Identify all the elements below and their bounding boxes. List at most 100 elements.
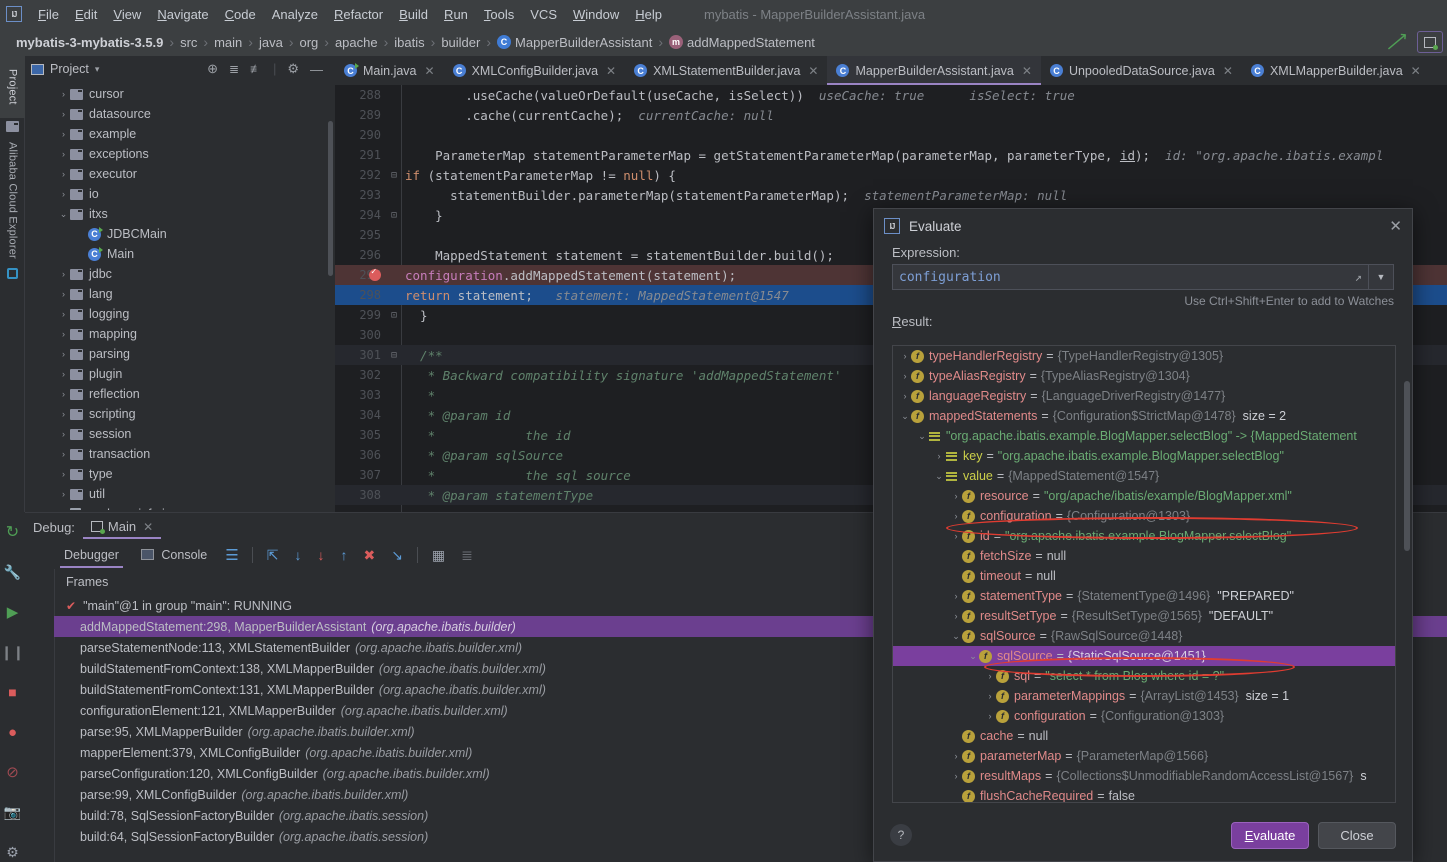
gear-icon[interactable]: ⚙ [0,832,25,862]
chevron-down-icon[interactable]: ⌄ [899,411,911,422]
breadcrumb-item-project[interactable]: mybatis-3-mybatis-3.5.9 [16,35,163,50]
fold-marker[interactable]: ⊟ [387,170,401,181]
project-tree-item[interactable]: › session [25,424,335,444]
editor-tab[interactable]: C UnpooledDataSource.java ✕ [1041,56,1242,85]
menu-run[interactable]: Run [436,4,476,25]
result-tree-row[interactable]: ⌄ "org.apache.ibatis.example.BlogMapper.s… [893,426,1395,446]
evaluate-button[interactable]: Evaluate [1231,821,1309,849]
result-tree-row[interactable]: f flushCacheRequired = false [893,786,1395,802]
project-tree-item[interactable]: › executor [25,164,335,184]
mute-breakpoints-icon[interactable]: ⊘ [0,752,25,792]
result-tree-row[interactable]: ⌄ f sqlSource = {StaticSqlSource@1451} [893,646,1395,666]
project-tree-item[interactable]: package-info.java [25,504,335,510]
chevron-right-icon[interactable]: › [57,269,70,279]
chevron-right-icon[interactable]: › [57,109,70,119]
close-button[interactable]: Close [1318,821,1396,849]
fold-marker[interactable]: ⊡ [387,310,401,321]
breakpoint-icon[interactable] [369,267,381,281]
tool-button-alibaba-cloud-explorer[interactable]: Alibaba Cloud Explorer [0,135,25,265]
result-tree[interactable]: › f typeHandlerRegistry = {TypeHandlerRegist… [892,345,1396,803]
locate-target-icon[interactable]: ⊕ [207,61,218,77]
project-tree-item[interactable]: ⌄ itxs [25,204,335,224]
project-tree-item[interactable]: › type [25,464,335,484]
chevron-right-icon[interactable]: › [899,351,911,361]
chevron-right-icon[interactable]: › [57,309,70,319]
build-hammer-icon[interactable]: ⟶ [1381,27,1413,58]
restore-layout-button[interactable] [1417,31,1443,53]
project-scrollbar[interactable] [328,121,333,276]
close-icon[interactable]: ✕ [606,64,616,78]
menu-window[interactable]: Window [565,4,627,25]
breadcrumb-item-org[interactable]: org [299,35,318,50]
force-step-into-icon[interactable]: ↓ [317,547,324,563]
step-out-icon[interactable]: ↑ [340,547,347,563]
project-tree-item[interactable]: › cursor [25,84,335,104]
chevron-down-icon[interactable]: ⌄ [916,431,928,442]
result-tree-row[interactable]: › f parameterMappings = {ArrayList@1453} size… [893,686,1395,706]
chevron-right-icon[interactable]: › [57,429,70,439]
rerun-icon[interactable]: ↻ [0,512,25,552]
chevron-right-icon[interactable]: › [984,711,996,721]
chevron-right-icon[interactable]: › [950,511,962,521]
project-tree-item[interactable]: › mapping [25,324,335,344]
project-tree-item[interactable]: › transaction [25,444,335,464]
menu-tools[interactable]: Tools [476,4,522,25]
result-tree-row[interactable]: ⌄ f sqlSource = {RawSqlSource@1448} [893,626,1395,646]
result-tree-row[interactable]: › f resource = "org/apache/ibatis/example/Bl… [893,486,1395,506]
project-tree-item[interactable]: › datasource [25,104,335,124]
chevron-right-icon[interactable]: › [57,469,70,479]
resume-program-icon[interactable]: ▶ [0,592,25,632]
editor-tab[interactable]: C XMLStatementBuilder.java ✕ [625,56,827,85]
breadcrumb-item-src[interactable]: src [180,35,197,50]
chevron-right-icon[interactable]: › [57,409,70,419]
project-tree-item[interactable]: › scripting [25,404,335,424]
menu-code[interactable]: Code [217,4,264,25]
menu-file[interactable]: File [30,4,67,25]
editor-tab[interactable]: C XMLConfigBuilder.java ✕ [444,56,626,85]
expand-editor-icon[interactable]: ↗ [1355,270,1362,284]
breadcrumb-item-apache[interactable]: apache [335,35,378,50]
chevron-right-icon[interactable]: › [57,489,70,499]
result-tree-row[interactable]: f timeout = null [893,566,1395,586]
chevron-right-icon[interactable]: › [57,89,70,99]
tab-debugger[interactable]: Debugger [54,543,129,568]
result-tree-row[interactable]: f cache = null [893,726,1395,746]
result-tree-row[interactable]: › f typeHandlerRegistry = {TypeHandlerRegist… [893,346,1395,366]
chevron-right-icon[interactable]: › [57,149,70,159]
result-tree-row[interactable]: › f parameterMap = {ParameterMap@1566} [893,746,1395,766]
hide-icon[interactable]: — [310,62,323,77]
chevron-right-icon[interactable]: › [933,451,945,461]
result-tree-row[interactable]: › f resultSetType = {ResultSetType@1565} "DEF… [893,606,1395,626]
close-icon[interactable]: ✕ [1411,64,1421,78]
chevron-down-icon[interactable]: ▾ [95,64,100,75]
editor-tab[interactable]: C MapperBuilderAssistant.java ✕ [827,56,1042,85]
menu-view[interactable]: View [105,4,149,25]
project-tree-item[interactable]: › lang [25,284,335,304]
layout-settings-icon[interactable]: ☰ [225,546,238,564]
chevron-right-icon[interactable]: › [950,531,962,541]
close-icon[interactable]: ✕ [143,520,153,534]
breadcrumb-item-class[interactable]: C MapperBuilderAssistant [497,35,652,50]
tab-console[interactable]: Console [131,543,217,568]
chevron-right-icon[interactable]: › [57,189,70,199]
result-tree-row[interactable]: › f configuration = {Configuration@1303} [893,506,1395,526]
chevron-right-icon[interactable]: › [57,289,70,299]
menu-help[interactable]: Help [627,4,670,25]
camera-icon[interactable]: 📷 [0,792,25,832]
chevron-down-icon[interactable]: ⌄ [57,209,70,220]
chevron-down-icon[interactable]: ⌄ [950,631,962,642]
step-into-icon[interactable]: ↓ [294,547,301,563]
chevron-right-icon[interactable]: › [57,349,70,359]
project-tree-item[interactable]: C JDBCMain [25,224,335,244]
gear-icon[interactable]: ⚙ [287,61,299,77]
menu-build[interactable]: Build [391,4,436,25]
fold-marker[interactable]: ⊟ [387,350,401,361]
result-tree-row[interactable]: f fetchSize = null [893,546,1395,566]
result-tree-row[interactable]: › key = "org.apache.ibatis.example.BlogMapp… [893,446,1395,466]
debug-session-tab[interactable]: Main ✕ [82,515,162,539]
pause-program-icon[interactable]: ❙❙ [0,632,25,672]
result-vertical-scrollbar[interactable] [1404,381,1410,551]
expand-all-icon[interactable]: ≣ [229,62,239,76]
collapse-all-icon[interactable]: ≢ [250,62,262,76]
project-tree-item[interactable]: › util [25,484,335,504]
